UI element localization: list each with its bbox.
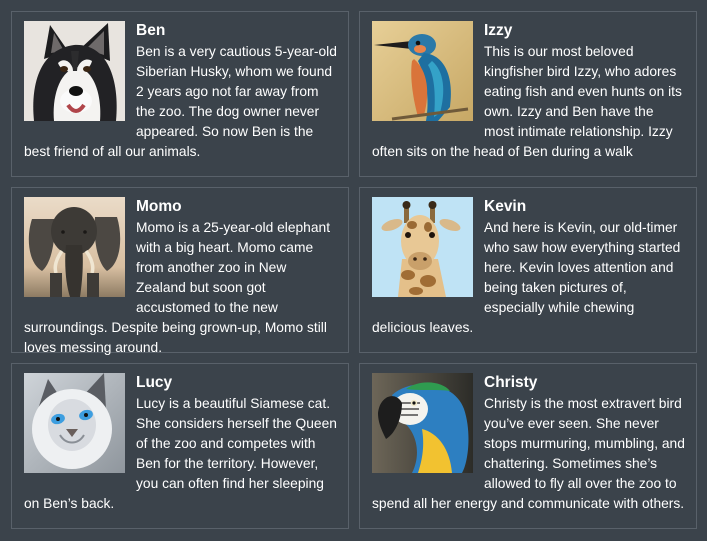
animal-card-momo: Momo Momo is a 25-year-old elephant with…	[11, 187, 349, 355]
animal-card-ben: Ben Ben is a very cautious 5-year-old Si…	[11, 11, 349, 177]
animal-card-izzy: Izzy This is our most beloved kingfisher…	[359, 11, 697, 177]
kingfisher-photo	[372, 21, 473, 121]
animal-card-lucy: Lucy Lucy is a beautiful Siamese cat. Sh…	[11, 363, 349, 529]
siberian-husky-photo	[24, 21, 125, 121]
siamese-cat-photo	[24, 373, 125, 473]
elephant-photo	[24, 197, 125, 297]
macaw-parrot-photo	[372, 373, 473, 473]
animal-card-grid: Ben Ben is a very cautious 5-year-old Si…	[0, 0, 707, 541]
animal-card-christy: Christy Christy is the most extravert bi…	[359, 363, 697, 529]
giraffe-photo	[372, 197, 473, 297]
animal-card-kevin: Kevin And here is Kevin, our old-timer w…	[359, 187, 697, 353]
